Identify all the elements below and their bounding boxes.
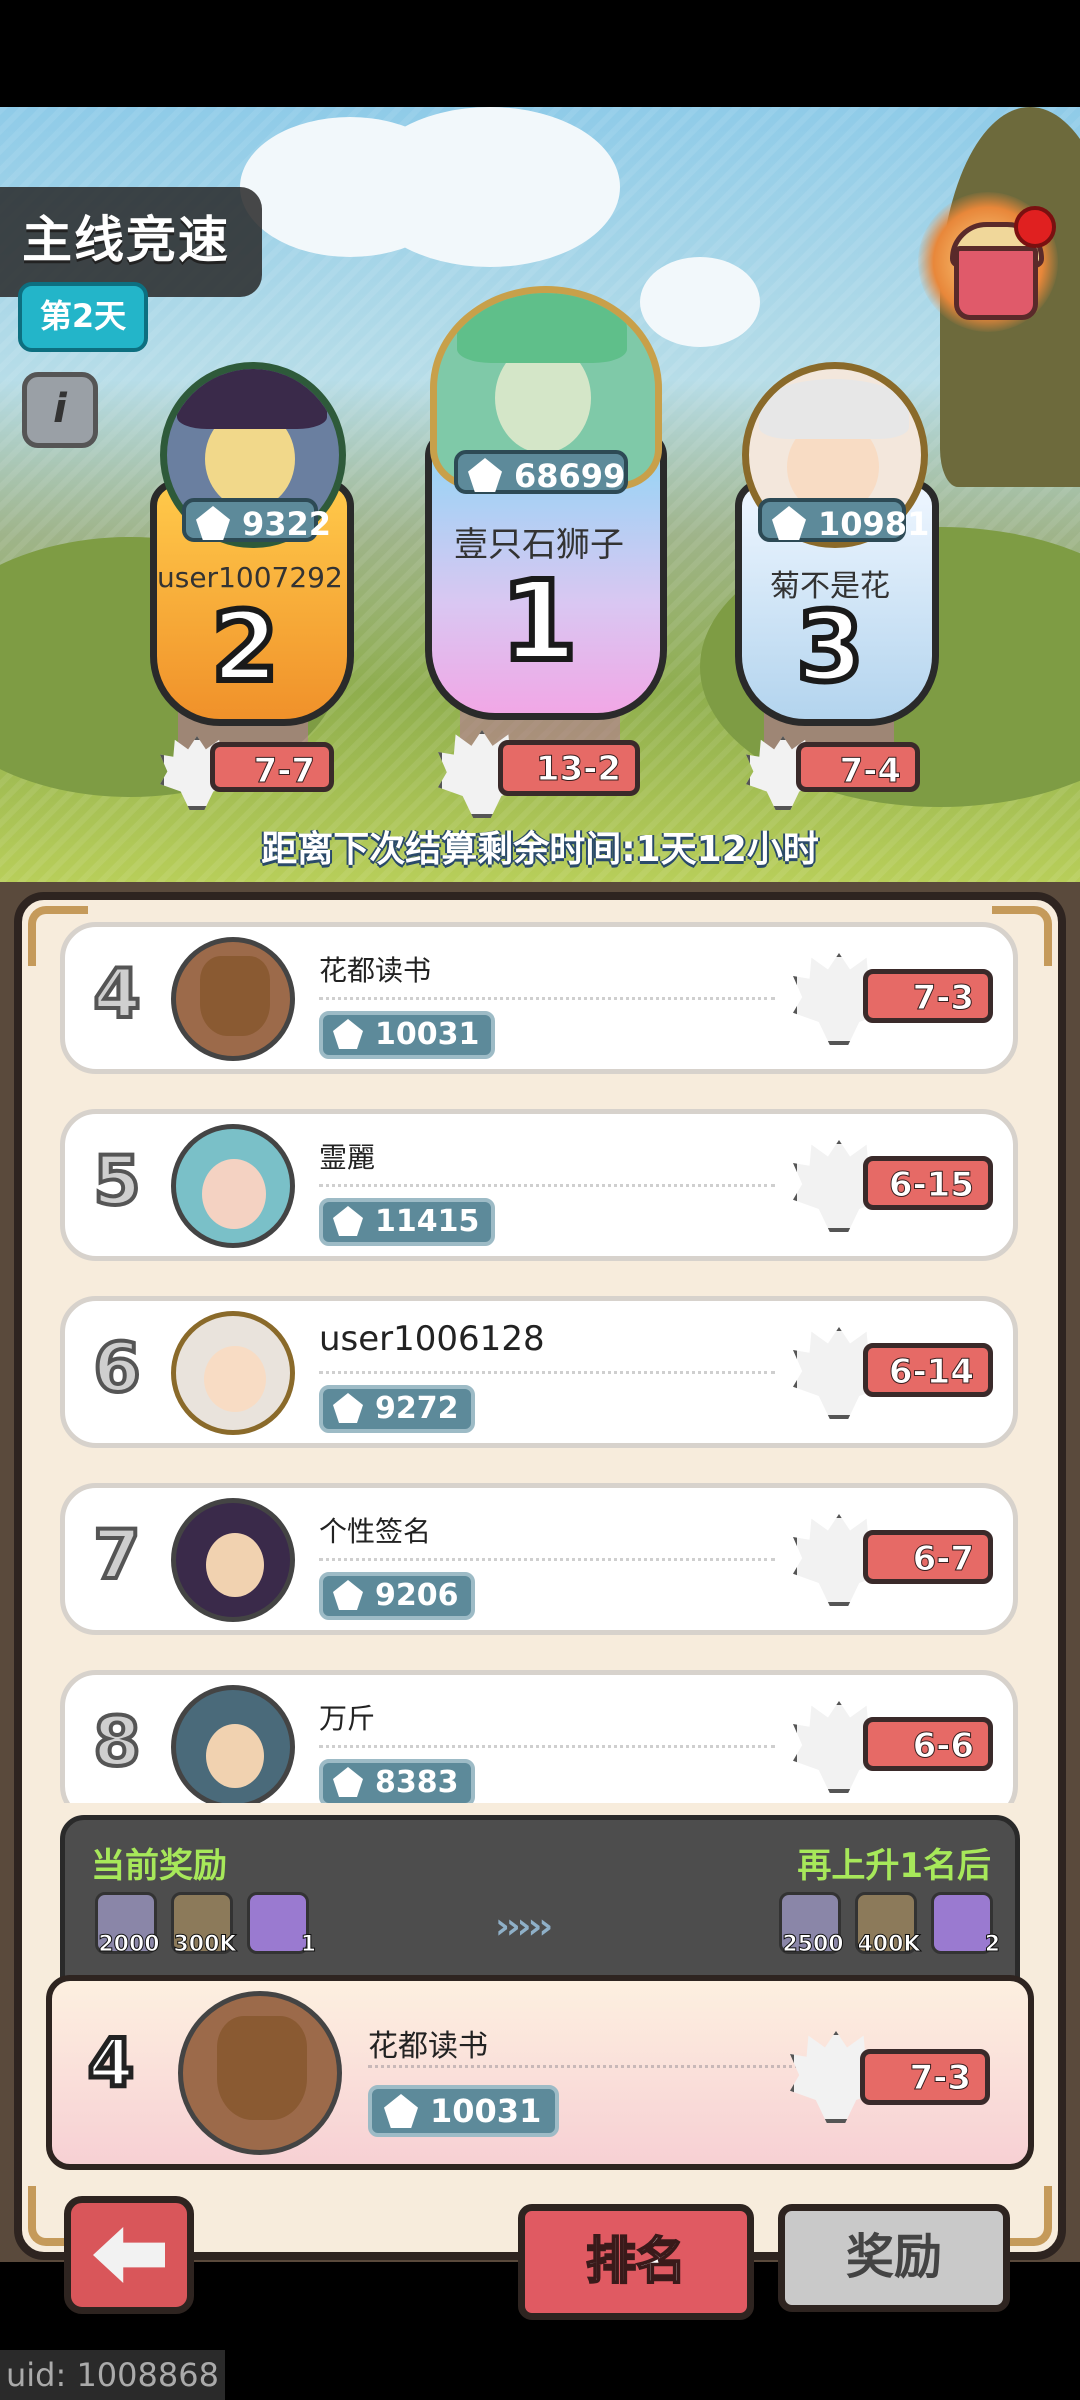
player-score: 10031 <box>368 2085 560 2137</box>
tab-ranking[interactable]: 排名 <box>518 2204 754 2320</box>
podium-rank: 1 <box>498 554 581 688</box>
reward-section: 当前奖励 再上升1名后 2000 300K 1 ››››› 2500 400K … <box>60 1815 1020 1985</box>
player-record: 6-7 <box>863 1530 993 1584</box>
podium-score: 10981 <box>758 498 929 543</box>
trophy-icon <box>772 506 806 540</box>
rank-number: 4 <box>91 953 142 1036</box>
avatar[interactable] <box>171 1685 295 1803</box>
avatar[interactable] <box>171 937 295 1061</box>
crystal-icon[interactable]: 2 <box>931 1892 1001 1958</box>
notification-dot <box>1014 206 1056 248</box>
next-reward-label: 再上升1名后 <box>797 1846 991 1886</box>
list-item[interactable]: 6 user1006128 9272 6-14 <box>60 1296 1018 1448</box>
back-arrow-icon <box>93 2227 165 2283</box>
day-badge: 第2天 <box>18 282 148 352</box>
rank-number: 7 <box>91 1514 142 1597</box>
rank-number: 8 <box>91 1701 142 1784</box>
trophy-icon <box>196 506 230 540</box>
rank-number: 6 <box>91 1327 142 1410</box>
avatar[interactable] <box>171 1311 295 1435</box>
list-item[interactable]: 7 个性签名 9206 6-7 <box>60 1483 1018 1635</box>
potion-icon[interactable]: 2500 <box>779 1892 844 1958</box>
player-score: 9272 <box>319 1385 475 1433</box>
potion-icon[interactable]: 2000 <box>95 1892 160 1958</box>
tab-rewards[interactable]: 奖励 <box>778 2204 1010 2312</box>
player-name: 万斤 <box>319 1702 376 1735</box>
ranking-list[interactable]: 4 花都读书 10031 7-3 5 霊麗 11415 6-15 6 user1… <box>60 918 1020 1803</box>
reward-chest-icon[interactable] <box>918 192 1058 332</box>
player-record: 7-3 <box>863 969 993 1023</box>
player-name: 个性签名 <box>319 1515 432 1548</box>
coin-bag-icon[interactable]: 300K <box>171 1892 237 1958</box>
trophy-icon <box>468 458 502 492</box>
trophy-icon <box>333 1393 363 1423</box>
player-name: 霊麗 <box>319 1141 376 1174</box>
chevrons-right-icon: ››››› <box>495 1906 553 1947</box>
current-reward-label: 当前奖励 <box>91 1846 227 1886</box>
trophy-icon <box>333 1580 363 1610</box>
podium-record: 7-4 <box>796 742 920 792</box>
podium-name: user1007292 <box>157 561 343 594</box>
player-name: 花都读书 <box>319 954 432 987</box>
trophy-icon <box>333 1019 363 1049</box>
player-record: 6-15 <box>863 1156 993 1210</box>
trophy-icon <box>333 1206 363 1236</box>
crystal-icon[interactable]: 1 <box>247 1892 317 1958</box>
rank-number: 5 <box>91 1140 142 1223</box>
player-score: 8383 <box>319 1759 475 1803</box>
avatar[interactable] <box>171 1498 295 1622</box>
player-name: user1006128 <box>319 1319 545 1359</box>
list-item[interactable]: 5 霊麗 11415 6-15 <box>60 1109 1018 1261</box>
player-name: 花都读书 <box>368 2029 488 2064</box>
player-record: 6-6 <box>863 1717 993 1771</box>
back-button[interactable] <box>64 2196 194 2314</box>
info-button[interactable]: i <box>22 372 98 448</box>
podium-rank: 2 <box>209 588 282 706</box>
podium-score: 9322 <box>182 498 331 543</box>
podium-rank: 3 <box>794 588 867 706</box>
player-record: 7-3 <box>860 2049 990 2105</box>
trophy-icon <box>333 1767 363 1797</box>
uid-label: uid: 1008868 <box>0 2350 225 2400</box>
player-score: 10031 <box>319 1011 496 1059</box>
player-score: 11415 <box>319 1198 496 1246</box>
event-title: 主线竞速 <box>22 211 230 269</box>
avatar[interactable] <box>178 1991 342 2155</box>
trophy-icon <box>384 2094 418 2128</box>
my-rank-row[interactable]: 4 花都读书 10031 7-3 <box>46 1975 1034 2170</box>
avatar[interactable] <box>171 1124 295 1248</box>
podium-score: 68699 <box>454 450 628 495</box>
settlement-countdown: 距离下次结算剩余时间:1天12小时 <box>261 829 819 870</box>
player-record: 6-14 <box>863 1343 993 1397</box>
rank-number: 4 <box>86 2023 137 2105</box>
podium-record: 7-7 <box>210 742 334 792</box>
list-item[interactable]: 8 万斤 8383 6-6 <box>60 1670 1018 1803</box>
coin-bag-icon[interactable]: 400K <box>855 1892 921 1958</box>
player-score: 9206 <box>319 1572 475 1620</box>
list-item[interactable]: 4 花都读书 10031 7-3 <box>60 922 1018 1074</box>
status-bar-area <box>0 0 1080 107</box>
podium-record: 13-2 <box>498 740 640 796</box>
